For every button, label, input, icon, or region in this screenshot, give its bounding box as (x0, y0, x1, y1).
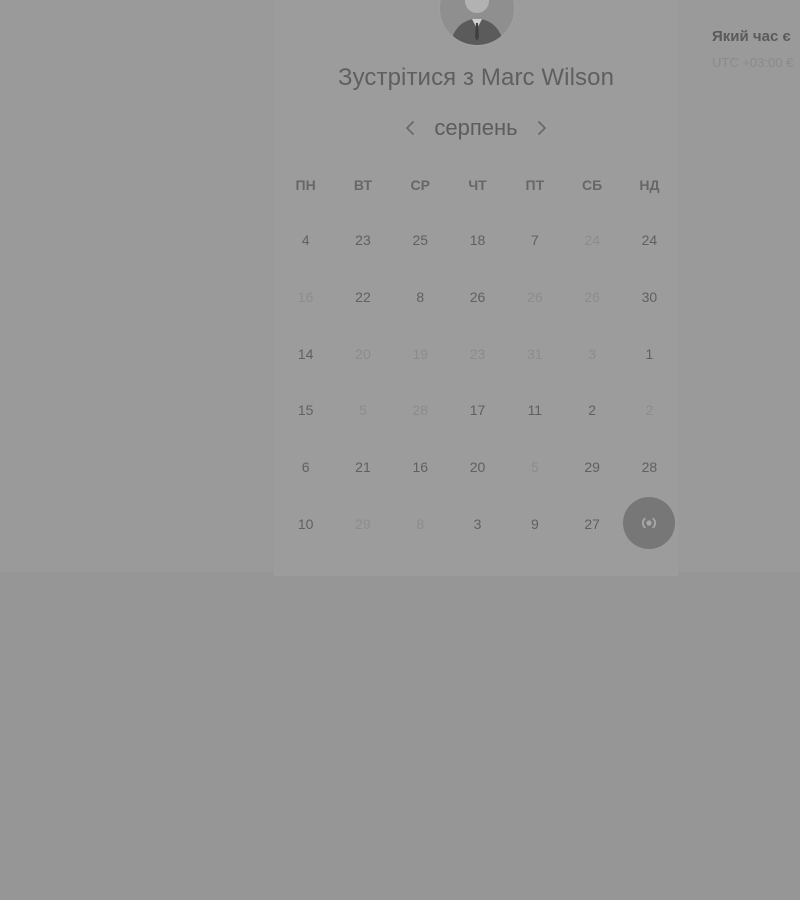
timezone-offset: UTC +03:00 € (712, 55, 794, 70)
calendar-day[interactable]: 8 (392, 269, 449, 326)
calendar-day-cell (621, 495, 678, 552)
calendar-day[interactable]: 24 (621, 212, 678, 269)
calendar-day[interactable]: 18 (449, 212, 506, 269)
calendar-day: 19 (412, 345, 429, 362)
calendar-day[interactable]: 3 (449, 495, 506, 552)
calendar-day: 29 (355, 515, 371, 532)
calendar-day: 28 (412, 402, 429, 419)
weekday-header: ПН ВТ СР ЧТ ПТ СБ НД (277, 174, 678, 196)
weekday-label: НД (639, 177, 660, 193)
calendar-day[interactable]: 21 (334, 439, 391, 496)
weekday-label: СБ (582, 177, 603, 193)
calendar-day[interactable]: 30 (621, 269, 678, 326)
calendar-day[interactable]: 28 (621, 439, 678, 496)
meeting-title: Зустрітися з Marc Wilson (337, 64, 615, 91)
chevron-left-icon[interactable] (400, 118, 420, 138)
calendar-day: 31 (527, 345, 543, 362)
calendar-day[interactable]: 26 (449, 269, 506, 326)
page-backdrop: Зустрітися з Marc Wilson серпень ПН ВТ СР Ч… (0, 0, 800, 900)
weekday-label: ПТ (525, 177, 545, 193)
calendar-day[interactable]: 27 (563, 495, 620, 552)
calendar-day[interactable]: 15 (277, 382, 334, 439)
calendar-day[interactable]: 29 (563, 439, 620, 496)
calendar-day[interactable]: 16 (392, 439, 449, 496)
calendar-day[interactable]: 2 (563, 382, 620, 439)
calendar-day: 8 (416, 515, 425, 532)
calendar-day[interactable]: 6 (277, 439, 334, 496)
month-navigation: серпень (274, 113, 678, 143)
calendar-day[interactable]: 9 (506, 495, 563, 552)
calendar-day: 3 (588, 345, 597, 362)
calendar-day: 24 (584, 232, 600, 249)
calendar-day: 26 (527, 289, 543, 306)
calendar-day: 26 (584, 289, 600, 306)
weekday-label: ЧТ (468, 177, 487, 193)
date-grid: 4 23 25 18 7 24 24 16 22 8 26 26 26 30 14 20 19 23 31 3 1 15 5… (277, 212, 678, 552)
calendar-day[interactable]: 10 (277, 495, 334, 552)
weekday-label: СР (410, 177, 430, 193)
calendar-day[interactable]: 20 (449, 439, 506, 496)
calendar-day[interactable]: 23 (334, 212, 391, 269)
calendar-day[interactable]: 11 (506, 382, 563, 439)
calendar-day: 23 (469, 345, 486, 362)
weekday-label: ВТ (353, 177, 373, 193)
calendar-day[interactable]: 17 (449, 382, 506, 439)
month-label: серпень (434, 115, 518, 140)
calendar-day: 5 (359, 402, 367, 419)
calendar-day: 5 (530, 459, 539, 476)
broadcast-icon (641, 518, 656, 529)
calendar-day[interactable]: 7 (506, 212, 563, 269)
calendar-day[interactable]: 14 (277, 325, 334, 382)
calendar-day[interactable]: 22 (334, 269, 391, 326)
calendar-day[interactable]: 4 (277, 212, 334, 269)
calendar-day: 16 (297, 289, 314, 306)
calendar-day[interactable]: 25 (392, 212, 449, 269)
weekday-label: ПН (295, 177, 316, 193)
calendar-day[interactable]: 1 (621, 325, 678, 382)
timezone-question: Який час є (712, 28, 791, 45)
chevron-right-icon[interactable] (532, 118, 552, 138)
calendar-day: 2 (645, 402, 654, 419)
broadcast-button[interactable] (622, 497, 675, 550)
calendar-day: 20 (355, 345, 371, 362)
